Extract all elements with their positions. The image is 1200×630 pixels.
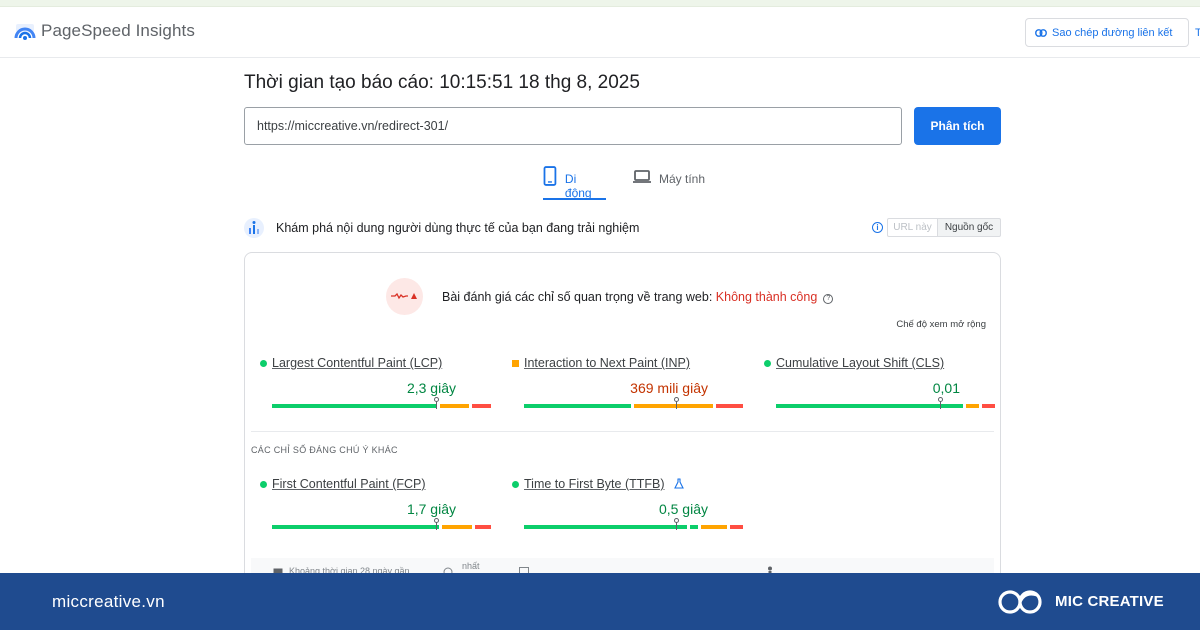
laptop-icon [633,170,651,183]
pagespeed-logo-icon[interactable] [14,22,36,44]
analyze-button[interactable]: Phân tích [914,107,1001,145]
url-input[interactable] [244,107,902,145]
metric-name[interactable]: Interaction to Next Paint (INP) [524,356,690,370]
copy-link-label: Sao chép đường liên kết [1052,26,1173,39]
distribution-bar [272,404,491,408]
metric-fcp: First Contentful Paint (FCP) 1,7 giây [260,477,491,537]
metric-name[interactable]: First Contentful Paint (FCP) [272,477,426,491]
good-status-dot [512,481,519,488]
link-icon [1035,28,1047,37]
good-status-dot [764,360,771,367]
tab-desktop[interactable]: Máy tính [633,166,713,200]
top-accent-line [0,0,1200,7]
field-data-card: Bài đánh giá các chỉ số quan trọng về tr… [244,252,1001,592]
flask-icon [674,478,684,489]
distribution-bar [524,525,743,529]
section-divider [251,431,994,432]
report-timestamp: Thời gian tạo báo cáo: 10:15:51 18 thg 8… [244,72,640,93]
percentile-marker-icon [434,397,439,409]
info-icon[interactable]: i [872,222,883,233]
expand-view-toggle[interactable]: Chế độ xem mở rộng [896,319,986,330]
toggle-origin[interactable]: Nguồn gốc [937,218,1001,237]
percentile-marker-icon [674,397,679,409]
cut-off-button[interactable]: T [1195,27,1200,39]
metric-value: 2,3 giây [406,380,456,396]
good-status-dot [260,360,267,367]
brand-footer-bar: miccreative.vn MIC CREATIVE [0,573,1200,630]
metric-name[interactable]: Largest Contentful Paint (LCP) [272,356,442,370]
other-metrics-title: CÁC CHỈ SỐ ĐÁNG CHÚ Ý KHÁC [251,445,398,455]
metric-value: 0,01 [932,380,960,396]
cwv-assessment-label: Bài đánh giá các chỉ số quan trọng về tr… [442,290,716,304]
company-name: MIC CREATIVE [1055,593,1164,610]
average-status-square [512,360,519,367]
metric-cls: Cumulative Layout Shift (CLS) 0,01 [764,356,995,416]
metric-lcp: Largest Contentful Paint (LCP) 2,3 giây [260,356,491,416]
toggle-this-url[interactable]: URL này [887,218,938,237]
period-latest-text: nhất [462,561,480,571]
good-status-dot [260,481,267,488]
metric-inp: Interaction to Next Paint (INP) 369 mili… [512,356,743,416]
percentile-marker-icon [674,518,679,530]
tab-mobile-label: Di động [564,172,592,200]
distribution-bar [524,404,743,408]
metric-value: 1,7 giây [406,501,456,517]
cwv-assessment-result: Không thành công [715,290,818,304]
mic-creative-logo-icon [998,590,1042,614]
copy-link-button[interactable]: Sao chép đường liên kết [1025,18,1189,47]
fail-status-icon [386,278,423,315]
help-icon[interactable]: ? [823,294,834,304]
metric-name[interactable]: Time to First Byte (TTFB) [524,477,665,491]
crux-section-header: Khám phá nội dung người dùng thực tế của… [244,216,1001,240]
metric-ttfb: Time to First Byte (TTFB) 0,5 giây [512,477,743,537]
percentile-marker-icon [938,397,943,409]
metric-value: 0,5 giây [658,501,708,517]
distribution-bar [272,525,491,529]
distribution-bar [776,404,995,408]
users-chart-icon [244,218,264,238]
app-title[interactable]: PageSpeed Insights [41,21,195,41]
percentile-marker-icon [434,518,439,530]
metric-name[interactable]: Cumulative Layout Shift (CLS) [776,356,944,370]
site-url: miccreative.vn [52,592,165,611]
metric-value: 369 mili giây [630,380,708,396]
app-header: PageSpeed Insights Sao chép đường liên k… [0,8,1200,58]
cwv-assessment: Bài đánh giá các chỉ số quan trọng về tr… [442,290,834,304]
phone-icon [543,166,557,186]
crux-heading: Khám phá nội dung người dùng thực tế của… [276,221,640,235]
tab-desktop-label: Máy tính [659,172,706,186]
tab-mobile[interactable]: Di động [543,166,606,200]
